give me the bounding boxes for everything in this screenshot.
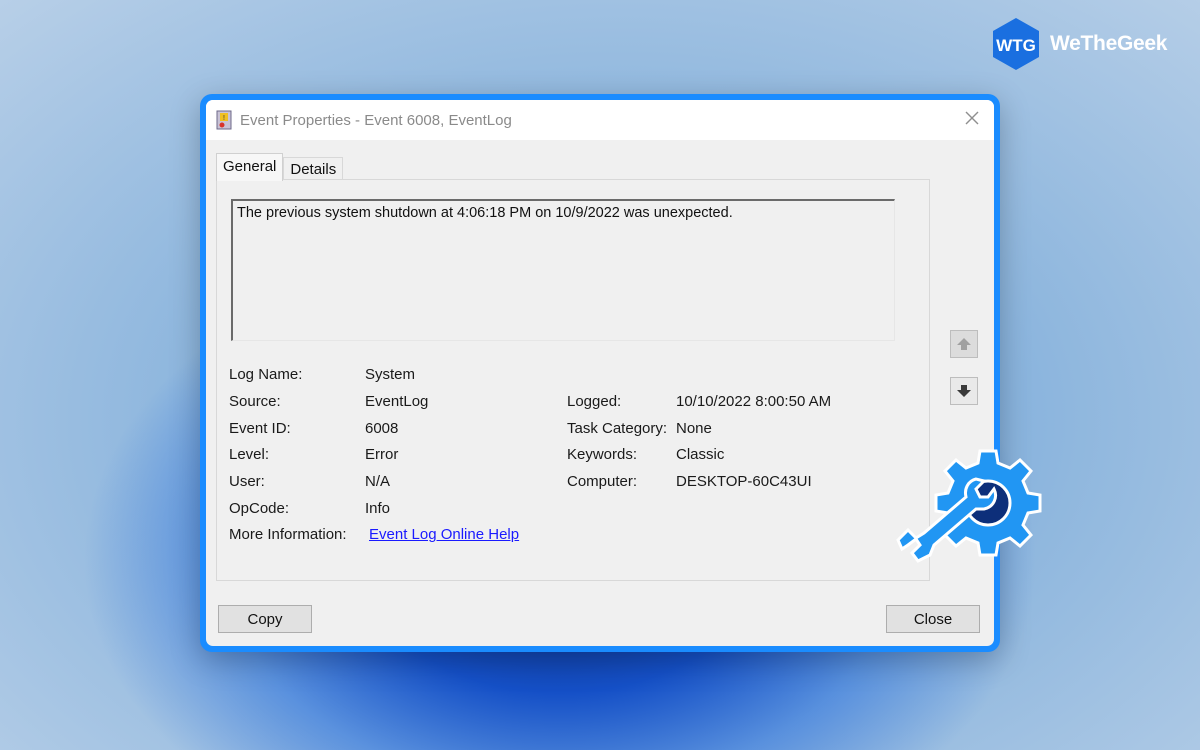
source-label: Source: (229, 393, 281, 410)
task-category-value: None (676, 420, 712, 437)
event-log-online-help-link[interactable]: Event Log Online Help (369, 526, 519, 543)
logged-label: Logged: (567, 393, 622, 410)
tab-general[interactable]: General (216, 153, 284, 181)
user-label: User: (229, 473, 265, 490)
computer-label: Computer: (567, 473, 638, 490)
event-description[interactable]: The previous system shutdown at 4:06:18 … (231, 199, 895, 341)
brand-logo: WTG WeTheGeek (990, 16, 1167, 72)
wtg-logo-icon: WTG (993, 18, 1039, 70)
close-icon[interactable] (962, 108, 982, 128)
brand-name: WeTheGeek (1050, 32, 1168, 55)
log-name-value: System (365, 366, 416, 383)
opcode-value: Info (365, 500, 391, 517)
event-properties-dialog: ! Event Properties - Event 6008, EventLo… (200, 94, 1000, 652)
keywords-label: Keywords: (567, 446, 638, 463)
arrow-down-icon (957, 385, 971, 397)
title-bar[interactable]: ! Event Properties - Event 6008, EventLo… (206, 100, 994, 140)
tab-details[interactable]: Details (283, 157, 344, 181)
brand-logo-text: WTG (996, 36, 1036, 55)
task-category-label: Task Category: (567, 420, 668, 437)
copy-button[interactable]: Copy (218, 605, 312, 633)
gear-wrench-icon (896, 449, 1042, 563)
event-id-label: Event ID: (229, 420, 291, 437)
opcode-label: OpCode: (229, 500, 290, 517)
log-name-label: Log Name: (229, 366, 303, 383)
keywords-value: Classic (676, 446, 725, 463)
logged-value: 10/10/2022 8:00:50 AM (676, 393, 832, 410)
source-value: EventLog (365, 393, 429, 410)
previous-event-button[interactable] (950, 330, 978, 358)
level-value: Error (365, 446, 399, 463)
general-panel: The previous system shutdown at 4:06:18 … (216, 179, 930, 581)
event-id-value: 6008 (365, 420, 399, 437)
svg-text:!: ! (223, 115, 225, 122)
computer-value: DESKTOP-60C43UI (676, 473, 812, 490)
dialog-window: ! Event Properties - Event 6008, EventLo… (206, 100, 994, 646)
arrow-up-icon (957, 338, 971, 350)
tab-bar: General Details (216, 153, 344, 181)
more-info-label: More Information: (229, 526, 347, 543)
user-value: N/A (365, 473, 391, 490)
window-title: Event Properties - Event 6008, EventLog (240, 111, 512, 129)
close-button[interactable]: Close (886, 605, 980, 633)
level-label: Level: (229, 446, 270, 463)
next-event-button[interactable] (950, 377, 978, 405)
event-log-icon: ! (216, 110, 232, 130)
